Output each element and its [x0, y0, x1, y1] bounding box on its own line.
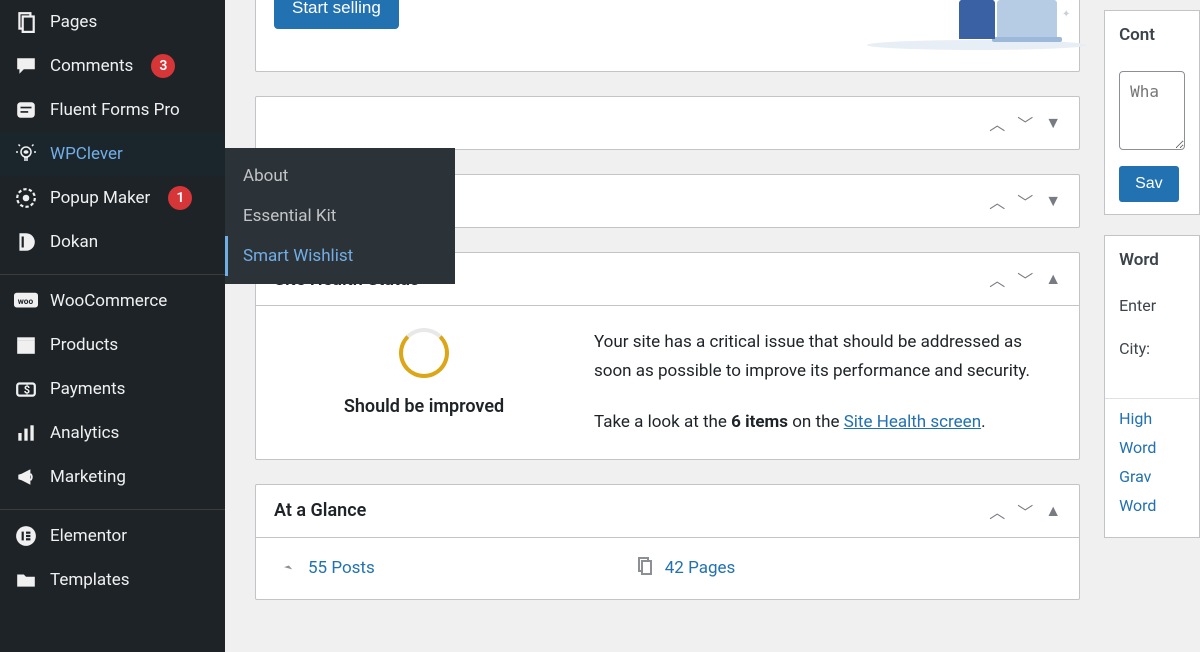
sidebar-item-popup-maker[interactable]: Popup Maker 1 — [0, 176, 225, 220]
right-link-1[interactable]: High — [1119, 409, 1185, 428]
sidebar-label: Products — [50, 335, 118, 355]
dokan-icon — [14, 230, 38, 254]
flyout-essential-kit[interactable]: Essential Kit — [225, 196, 455, 236]
health-status-text: Should be improved — [284, 396, 564, 417]
sidebar-label: Analytics — [50, 423, 119, 443]
chevron-up-icon[interactable]: ︿ — [989, 111, 1005, 135]
right-link-4[interactable]: Word — [1119, 496, 1185, 515]
sidebar-item-payments[interactable]: $ Payments — [0, 367, 225, 411]
toggle-triangle-icon[interactable]: ▲ — [1045, 501, 1061, 521]
sidebar-label: Templates — [50, 570, 130, 590]
pages-icon — [635, 556, 655, 581]
site-health-link[interactable]: Site Health screen — [844, 412, 981, 432]
sidebar-item-wpclever[interactable]: WPClever — [0, 132, 225, 176]
sidebar-label: Dokan — [50, 232, 98, 252]
toggle-triangle-icon[interactable]: ▲ — [1045, 269, 1061, 289]
sidebar-item-pages[interactable]: Pages — [0, 0, 225, 44]
elementor-icon — [14, 524, 38, 548]
right-link-3[interactable]: Grav — [1119, 467, 1185, 486]
form-icon — [14, 98, 38, 122]
notification-badge: 3 — [151, 54, 175, 78]
chevron-down-icon[interactable]: ﹀ — [1017, 111, 1033, 135]
chevron-down-icon[interactable]: ﹀ — [1017, 267, 1033, 291]
payments-icon: $ — [14, 377, 38, 401]
sidebar-item-woocommerce[interactable]: woo WooCommerce — [0, 274, 225, 323]
events-line-2: City: — [1119, 339, 1185, 358]
sidebar-label: WooCommerce — [50, 291, 167, 311]
secondary-column: Cont Sav Word Enter City: High Word Grav… — [1104, 0, 1200, 652]
folder-icon — [14, 568, 38, 592]
health-message-2: Take a look at the 6 items on the Site H… — [594, 408, 1051, 437]
svg-text:woo: woo — [18, 297, 34, 307]
sidebar-item-products[interactable]: Products — [0, 323, 225, 367]
quick-draft-title: Cont — [1105, 11, 1199, 59]
sidebar-label: Popup Maker — [50, 188, 150, 208]
events-title: Word — [1105, 236, 1199, 284]
megaphone-icon — [14, 465, 38, 489]
glance-pages[interactable]: 42 Pages — [635, 556, 736, 581]
analytics-icon — [14, 421, 38, 445]
chevron-up-icon[interactable]: ︿ — [989, 189, 1005, 213]
sidebar-item-elementor[interactable]: Elementor — [0, 509, 225, 558]
glance-title: At a Glance — [274, 500, 366, 521]
sidebar-label: Fluent Forms Pro — [50, 100, 180, 120]
collapsed-panel-1: ︿ ﹀ ▼ — [255, 96, 1080, 150]
wpclever-submenu: About Essential Kit Smart Wishlist — [225, 148, 455, 284]
admin-sidebar: Pages Comments 3 Fluent Forms Pro WPClev… — [0, 0, 225, 652]
events-line-1: Enter — [1119, 296, 1185, 315]
chevron-up-icon[interactable]: ︿ — [989, 499, 1005, 523]
pages-icon — [14, 10, 38, 34]
dashboard-main: receiving orders. Start selling ✦ ✦ ✦ — [225, 0, 1200, 652]
toggle-triangle-icon[interactable]: ▼ — [1045, 113, 1061, 133]
welcome-illustration: ✦ ✦ ✦ — [867, 0, 1097, 50]
notification-badge: 1 — [168, 186, 192, 210]
toggle-triangle-icon[interactable]: ▼ — [1045, 191, 1061, 211]
sidebar-label: Payments — [50, 379, 125, 399]
health-message-1: Your site has a critical issue that shou… — [594, 328, 1051, 386]
save-draft-button[interactable]: Sav — [1119, 166, 1179, 202]
sidebar-label: Comments — [50, 56, 133, 76]
sidebar-item-marketing[interactable]: Marketing — [0, 455, 225, 499]
svg-text:$: $ — [24, 383, 30, 396]
flyout-smart-wishlist[interactable]: Smart Wishlist — [225, 236, 455, 276]
popup-icon — [14, 186, 38, 210]
flyout-about[interactable]: About — [225, 156, 455, 196]
chevron-up-icon[interactable]: ︿ — [989, 267, 1005, 291]
pin-icon — [278, 556, 298, 581]
welcome-card: receiving orders. Start selling ✦ ✦ ✦ — [255, 0, 1080, 72]
comment-icon — [14, 54, 38, 78]
chevron-down-icon[interactable]: ﹀ — [1017, 499, 1033, 523]
sidebar-item-analytics[interactable]: Analytics — [0, 411, 225, 455]
sidebar-label: WPClever — [50, 144, 123, 164]
svg-text:✦: ✦ — [1062, 9, 1070, 20]
sidebar-label: Elementor — [50, 526, 127, 546]
lightbulb-icon — [14, 142, 38, 166]
sidebar-item-comments[interactable]: Comments 3 — [0, 44, 225, 88]
sidebar-item-dokan[interactable]: Dokan — [0, 220, 225, 264]
woo-icon: woo — [14, 289, 38, 313]
sidebar-label: Marketing — [50, 467, 126, 487]
sidebar-label: Pages — [50, 12, 97, 32]
draft-content-input[interactable] — [1119, 71, 1185, 150]
start-selling-button[interactable]: Start selling — [274, 0, 399, 29]
right-link-2[interactable]: Word — [1119, 438, 1185, 457]
health-progress-ring — [399, 328, 449, 378]
chevron-down-icon[interactable]: ﹀ — [1017, 189, 1033, 213]
sidebar-item-templates[interactable]: Templates — [0, 558, 225, 602]
products-icon — [14, 333, 38, 357]
sidebar-item-fluent-forms[interactable]: Fluent Forms Pro — [0, 88, 225, 132]
at-a-glance-card: At a Glance ︿ ﹀ ▲ 55 Posts 42 Pages — [255, 484, 1080, 600]
glance-posts[interactable]: 55 Posts — [278, 556, 375, 581]
